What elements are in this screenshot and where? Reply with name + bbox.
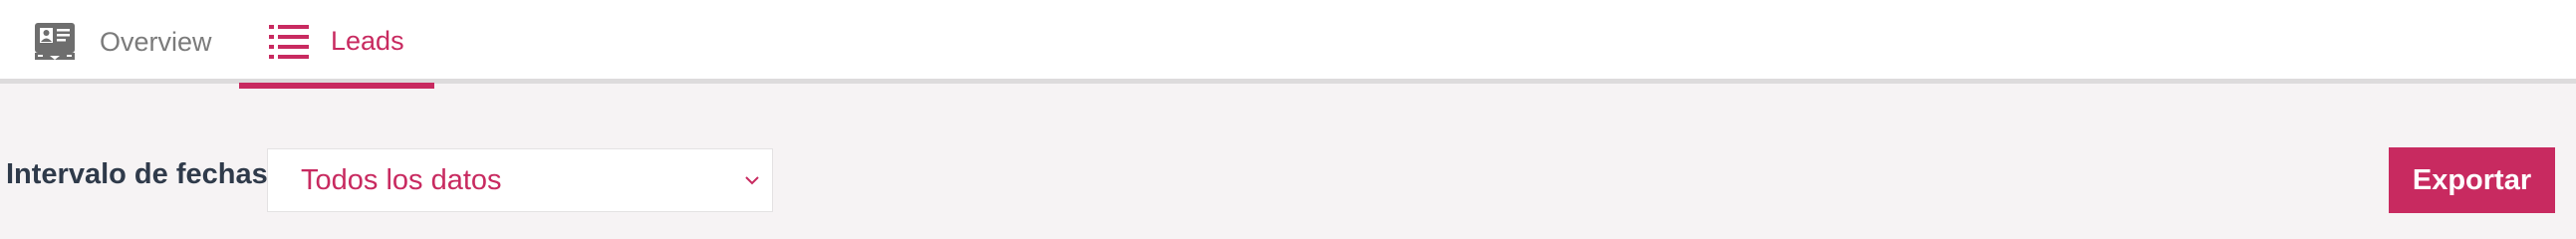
tab-bar: Overview Leads: [0, 0, 2576, 89]
tab-leads-label: Leads: [331, 26, 404, 56]
contact-card-icon: [34, 22, 76, 62]
filter-bar: Intervalo de fechas Todos los datos Expo…: [0, 89, 2576, 235]
date-range-label: Intervalo de fechas: [6, 158, 268, 190]
chevron-down-icon: [738, 167, 766, 200]
tab-overview-label: Overview: [100, 26, 212, 57]
tab-overview[interactable]: Overview: [34, 0, 212, 84]
date-range-select[interactable]: Todos los datos: [267, 148, 773, 212]
list-icon: [269, 22, 309, 62]
date-range-value: Todos los datos: [301, 163, 502, 196]
export-button[interactable]: Exportar: [2389, 147, 2555, 213]
tab-leads[interactable]: Leads: [239, 0, 434, 89]
